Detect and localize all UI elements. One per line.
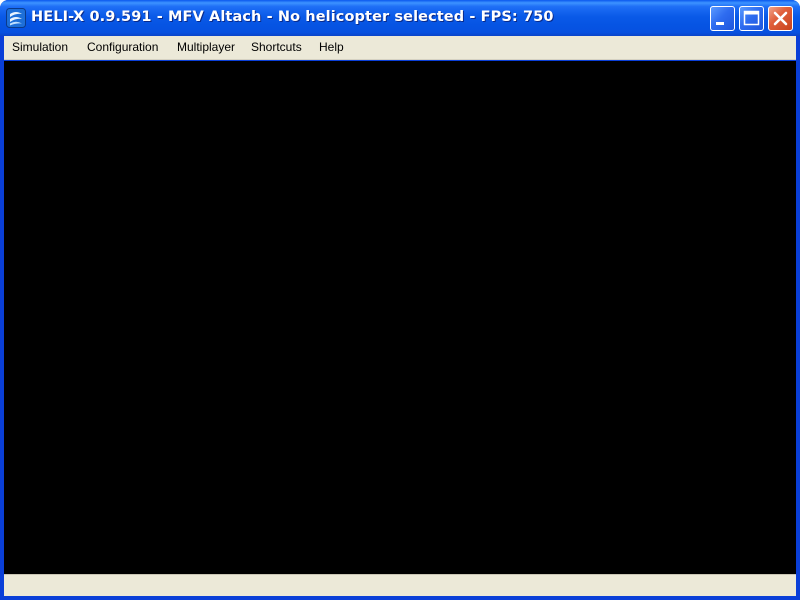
heli-x-app-icon [6, 8, 26, 28]
menu-shortcuts[interactable]: Shortcuts [251, 40, 302, 54]
minimize-button[interactable] [710, 6, 735, 31]
window-title: HELI-X 0.9.591 - MFV Altach - No helicop… [31, 9, 554, 25]
menu-bar: Simulation Configuration Multiplayer Sho… [4, 36, 796, 60]
menu-configuration[interactable]: Configuration [87, 40, 158, 54]
menu-simulation[interactable]: Simulation [12, 40, 68, 54]
app-window: HELI-X 0.9.591 - MFV Altach - No helicop… [0, 0, 800, 600]
menu-help[interactable]: Help [319, 40, 344, 54]
close-icon [773, 11, 788, 26]
simulation-viewport[interactable] [4, 61, 796, 574]
minimize-icon [716, 22, 724, 25]
close-button[interactable] [768, 6, 793, 31]
status-bar [4, 574, 796, 596]
title-bar[interactable]: HELI-X 0.9.591 - MFV Altach - No helicop… [0, 0, 800, 36]
menu-multiplayer[interactable]: Multiplayer [177, 40, 235, 54]
maximize-icon [743, 10, 760, 26]
window-frame-bottom [0, 596, 800, 600]
maximize-button[interactable] [739, 6, 764, 31]
